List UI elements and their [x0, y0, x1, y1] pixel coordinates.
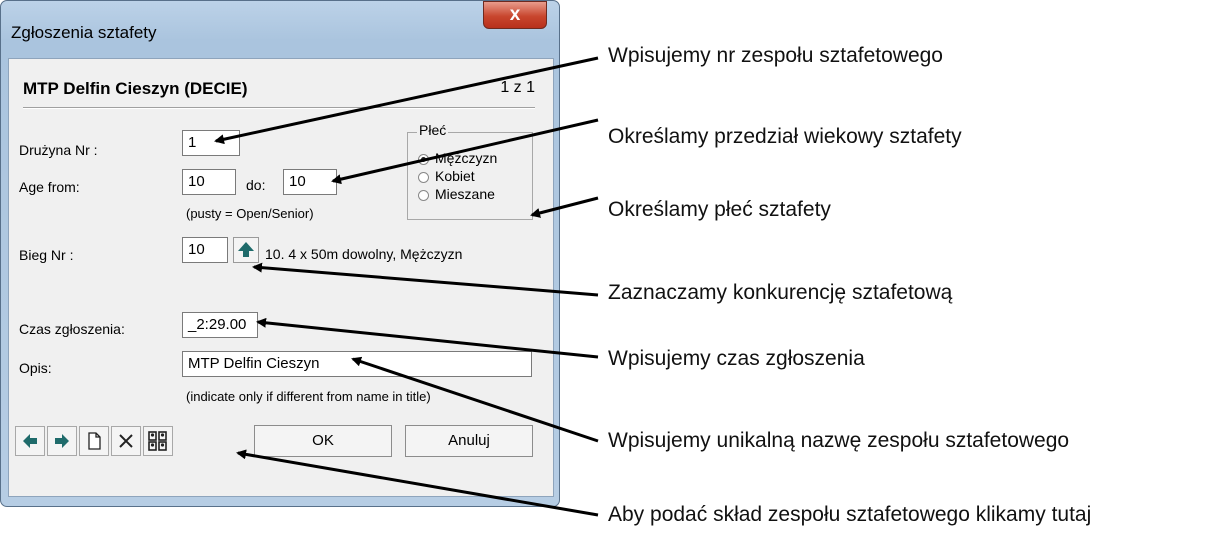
annotation-team-name: Wpisujemy unikalną nazwę zespołu sztafet…: [608, 429, 1070, 452]
arrow-description: [351, 356, 599, 443]
annotation-age-range: Określamy przedział wiekowy sztafety: [608, 125, 962, 148]
annotation-team-members: Aby podać skład zespołu sztafetowego kli…: [608, 503, 1092, 526]
callout-arrows: [214, 56, 599, 517]
annotation-team-no: Wpisujemy nr zespołu sztafetowego: [608, 44, 943, 67]
arrow-age: [331, 118, 599, 185]
arrow-event: [252, 262, 599, 297]
annotation-gender: Określamy płeć sztafety: [608, 198, 831, 221]
annotation-entry-time: Wpisujemy czas zgłoszenia: [608, 347, 865, 370]
arrow-team-members: [236, 449, 599, 517]
annotation-event: Zaznaczamy konkurencję sztafetową: [608, 281, 953, 304]
arrow-gender: [530, 196, 599, 218]
arrow-entry-time: [256, 317, 599, 359]
arrow-team-no: [214, 56, 599, 145]
